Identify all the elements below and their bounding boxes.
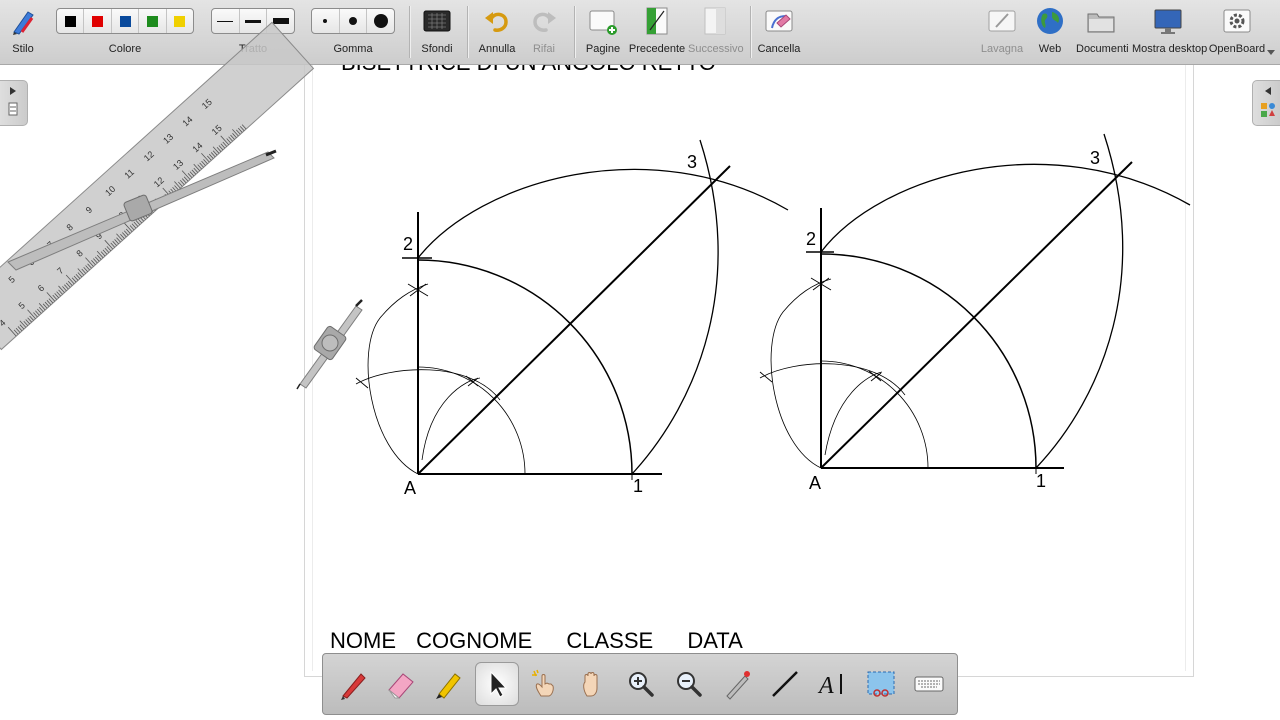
label-point-1-right: 1: [1036, 471, 1046, 491]
geometry-drawing: BISETTRICE DI UN ANGOLO RETTO 2 3 A 1 2 …: [0, 21, 1191, 498]
svg-text:A: A: [817, 673, 834, 699]
pen-tool-button[interactable]: [331, 662, 375, 706]
field-nome: NOME: [330, 628, 396, 653]
field-data: DATA: [687, 628, 743, 653]
interact-hand-icon: [532, 669, 554, 697]
selector-tool-button[interactable]: [475, 662, 519, 706]
figure-right: [759, 133, 1191, 474]
field-cognome: COGNOME: [416, 628, 533, 653]
page-title: BISETTRICE DI UN ANGOLO RETTO: [341, 50, 716, 75]
student-fields: NOME COGNOME CLASSE DATA: [330, 628, 743, 654]
eraser-icon: [388, 673, 414, 699]
hand-tool-button[interactable]: [571, 662, 615, 706]
zoom-out-tool-button[interactable]: [667, 662, 711, 706]
keyboard-icon: [914, 676, 944, 692]
text-tool-button[interactable]: A: [811, 662, 855, 706]
figure-left: [355, 139, 789, 480]
label-point-3-right: 3: [1090, 148, 1100, 168]
label-point-3-left: 3: [687, 152, 697, 172]
capture-tool-button[interactable]: [859, 662, 903, 706]
hand-icon: [583, 672, 598, 697]
eraser-tool-button[interactable]: [379, 662, 423, 706]
line-icon: [772, 671, 798, 697]
laser-tool-button[interactable]: [715, 662, 759, 706]
label-vertex-right: A: [809, 473, 821, 493]
zoom-in-icon: [629, 672, 654, 697]
marker-tool-button[interactable]: [427, 662, 471, 706]
line-tool-button[interactable]: [763, 662, 807, 706]
marker-icon: [436, 673, 461, 699]
label-point-1-left: 1: [633, 476, 643, 496]
label-point-2-right: 2: [806, 229, 816, 249]
right-palette-toggle[interactable]: [1252, 80, 1280, 126]
capture-icon: [867, 671, 895, 697]
label-vertex-left: A: [404, 478, 416, 498]
interact-tool-button[interactable]: [523, 662, 567, 706]
keyboard-tool-button[interactable]: [907, 662, 951, 706]
zoom-out-icon: [677, 672, 702, 697]
pointer-icon: [490, 670, 508, 698]
compass-small-tool[interactable]: [296, 299, 363, 390]
library-icon: [1261, 87, 1275, 117]
left-palette-toggle[interactable]: [0, 80, 28, 126]
laser-pointer-icon: [726, 671, 750, 700]
field-classe: CLASSE: [566, 628, 654, 653]
ruler-tool[interactable]: 445566778899101011111212131314141515: [0, 21, 315, 351]
zoom-in-tool-button[interactable]: [619, 662, 663, 706]
expand-right-icon: [8, 87, 18, 116]
text-icon: A: [817, 673, 842, 699]
pen-icon: [341, 673, 366, 700]
label-point-2-left: 2: [403, 234, 413, 254]
stylus-palette: A: [322, 653, 958, 715]
